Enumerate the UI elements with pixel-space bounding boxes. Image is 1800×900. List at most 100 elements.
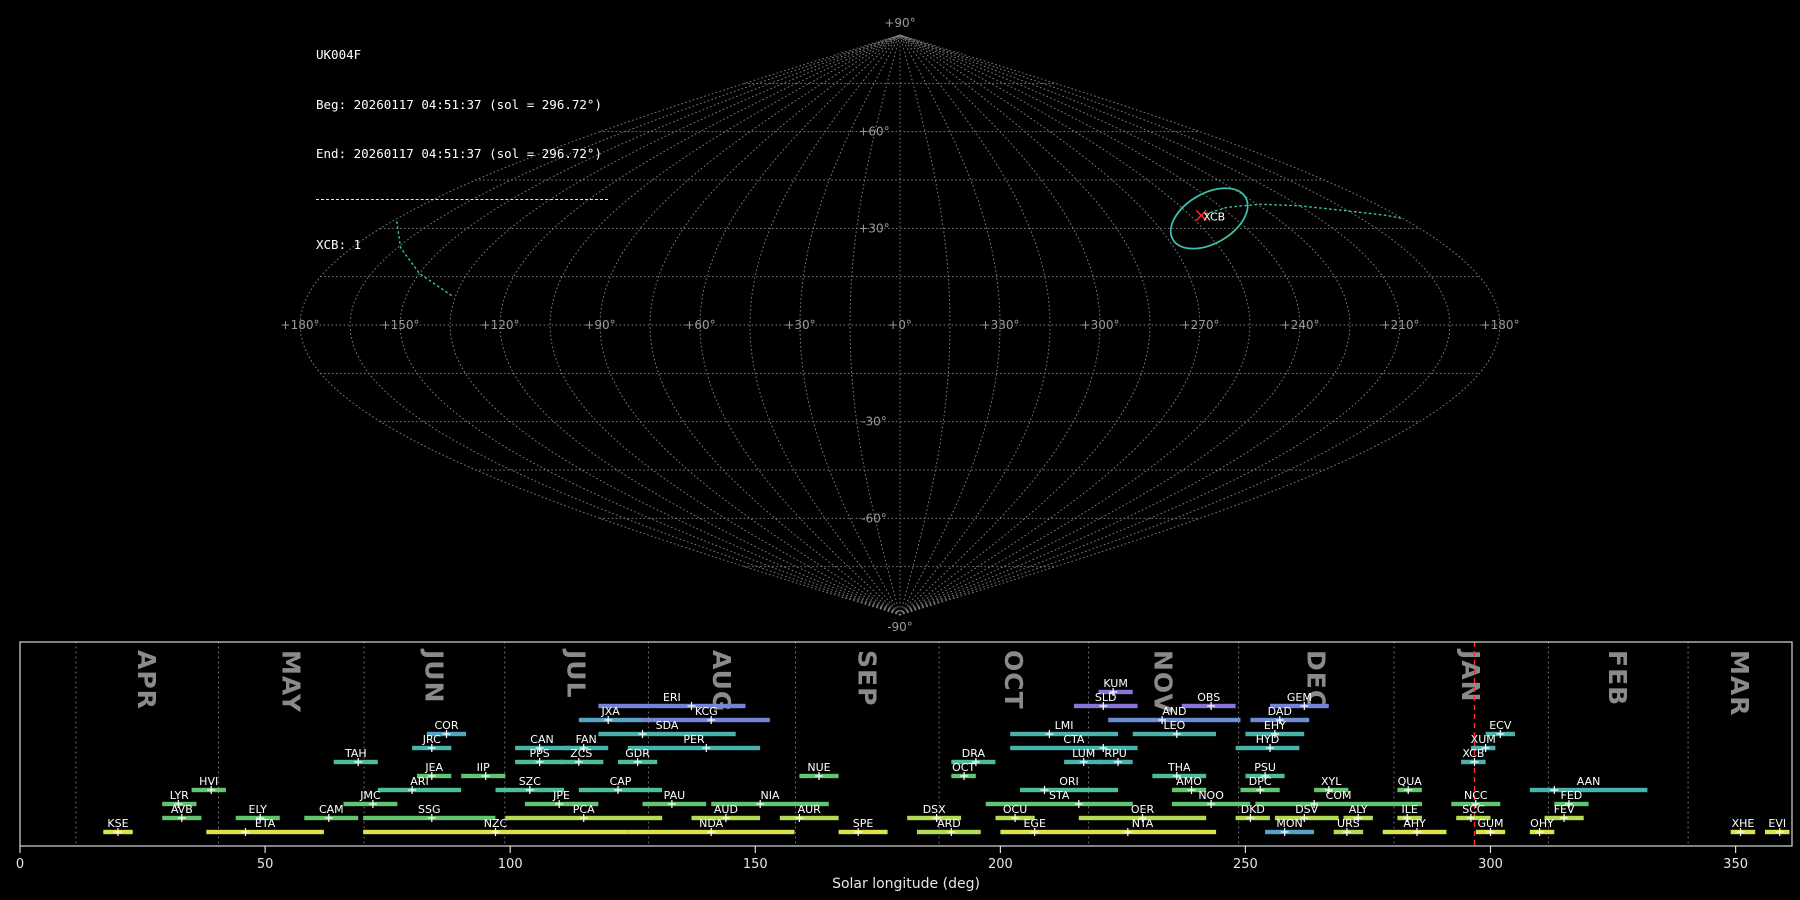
month-label-JUL: JUL: [562, 648, 591, 699]
shower-bar-AAN: [1529, 787, 1648, 793]
shower-label-JXA: JXA: [601, 705, 621, 718]
shower-label-DRA: DRA: [962, 747, 986, 760]
shower-bar-MON: [1265, 829, 1315, 835]
shower-bar-ERI: [598, 703, 746, 709]
shower-label-XCB: XCB: [1462, 747, 1484, 760]
lat-label: -30°: [861, 415, 887, 429]
lon-label: +270°: [1181, 318, 1220, 332]
shower-label-AND: AND: [1162, 705, 1186, 718]
shower-label-LYR: LYR: [170, 789, 189, 802]
separator-line: [316, 198, 608, 200]
shower-label-LEO: LEO: [1164, 719, 1186, 732]
lat-label: -90°: [887, 620, 913, 634]
shower-label-FED: FED: [1561, 789, 1583, 802]
shower-label-AHY: AHY: [1403, 817, 1426, 830]
shower-label-CTA: CTA: [1063, 733, 1085, 746]
lat-label: +60°: [858, 125, 889, 139]
shower-label-DSX: DSX: [923, 803, 946, 816]
lon-label: +300°: [1081, 318, 1120, 332]
shower-label-QUA: QUA: [1398, 775, 1423, 788]
shower-bar-ETA: [206, 829, 324, 835]
shower-label-GEM: GEM: [1287, 691, 1312, 704]
shower-label-XYL: XYL: [1321, 775, 1342, 788]
shower-label-SSG: SSG: [418, 803, 441, 816]
shower-label-JMC: JMC: [359, 789, 381, 802]
lon-label: +120°: [481, 318, 520, 332]
month-label-AUG: AUG: [707, 650, 736, 712]
month-label-OCT: OCT: [999, 650, 1028, 710]
x-tick-label: 50: [257, 857, 274, 872]
shower-label-ARI: ARI: [410, 775, 428, 788]
lat-label: +30°: [858, 221, 889, 235]
shower-label-AMO: AMO: [1176, 775, 1202, 788]
month-label-JUN: JUN: [419, 648, 448, 704]
shower-bar-SDA: [598, 731, 736, 737]
skymap-panel: +180° +150° +120° +90° +60° +30° +0° +330° +300°…: [281, 16, 1520, 634]
shower-label-XHE: XHE: [1732, 817, 1755, 830]
month-labels: APR MAY JUN JUL AUG SEP OCT NOV DEC JAN FEB MAR: [132, 648, 1754, 716]
lon-label: +210°: [1381, 318, 1420, 332]
shower-bar-NTA: [1069, 829, 1217, 835]
end-line: End: 20260117 04:51:37 (sol = 296.72°): [316, 146, 602, 161]
shower-label-FAN: FAN: [576, 733, 597, 746]
x-tick-label: 0: [16, 857, 24, 872]
shower-label-CAP: CAP: [610, 775, 632, 788]
month-label-JAN: JAN: [1456, 648, 1485, 703]
lat-label: +90°: [884, 16, 915, 30]
lon-label: +150°: [381, 318, 420, 332]
x-tick-label: 150: [743, 857, 768, 872]
shower-label-PER: PER: [683, 733, 705, 746]
shower-label-STA: STA: [1049, 789, 1070, 802]
shower-bar-COM: [1255, 801, 1422, 807]
x-tick-label: 300: [1478, 857, 1503, 872]
shower-label-MON: MON: [1276, 817, 1302, 830]
shower-label-EVI: EVI: [1768, 817, 1786, 830]
shower-label-COM: COM: [1326, 789, 1352, 802]
shower-label-URS: URS: [1337, 817, 1360, 830]
shower-label-JEA: JEA: [424, 761, 443, 774]
shower-label-HYD: HYD: [1256, 733, 1279, 746]
shower-label-SLD: SLD: [1095, 691, 1117, 704]
shower-label-DSV: DSV: [1295, 803, 1318, 816]
shower-label-SPE: SPE: [853, 817, 874, 830]
lon-label: +180°: [281, 318, 320, 332]
shower-label-CAM: CAM: [319, 803, 344, 816]
x-tick-label: 100: [498, 857, 523, 872]
shower-label-ELY: ELY: [249, 803, 268, 816]
shower-label-DKD: DKD: [1241, 803, 1265, 816]
month-label-SEP: SEP: [852, 650, 881, 706]
shower-label-PAU: PAU: [664, 789, 686, 802]
shower-label-RPU: RPU: [1104, 747, 1126, 760]
lon-label: +60°: [684, 318, 715, 332]
shower-label-ARD: ARD: [937, 817, 961, 830]
shower-bar-AUR: [779, 815, 839, 821]
shower-label-ORI: ORI: [1059, 775, 1079, 788]
radiant-drift-trail-right: [1200, 203, 1404, 220]
month-label-MAR: MAR: [1725, 650, 1754, 716]
shower-label-SCC: SCC: [1462, 803, 1485, 816]
shower-label-TAH: TAH: [344, 747, 367, 760]
shower-label-AAN: AAN: [1577, 775, 1601, 788]
lon-label: +90°: [584, 318, 615, 332]
station-id: UK004F: [316, 47, 362, 62]
x-tick-label: 250: [1233, 857, 1258, 872]
shower-bar-SPE: [838, 829, 888, 835]
lon-label: +240°: [1281, 318, 1320, 332]
month-label-MAY: MAY: [276, 650, 305, 713]
shower-label-XUM: XUM: [1471, 733, 1496, 746]
shower-label-KUM: KUM: [1103, 677, 1127, 690]
shower-label-KCG: KCG: [695, 705, 718, 718]
x-tick-label: 200: [988, 857, 1013, 872]
x-axis-title: Solar longitude (deg): [832, 876, 980, 892]
activity-timeline-panel: APR MAY JUN JUL AUG SEP OCT NOV DEC JAN FEB MARKUME…: [16, 641, 1793, 892]
info-block: UK004F Beg: 20260117 04:51:37 (sol = 296…: [316, 14, 608, 286]
shower-label-THA: THA: [1167, 761, 1191, 774]
shower-label-JPE: JPE: [552, 789, 570, 802]
month-label-APR: APR: [132, 650, 161, 710]
lon-label: +330°: [981, 318, 1020, 332]
shower-label-OBS: OBS: [1197, 691, 1220, 704]
month-label-FEB: FEB: [1603, 650, 1632, 706]
shower-label-ILE: ILE: [1402, 803, 1418, 816]
shower-label-ZCS: ZCS: [570, 747, 592, 760]
shower-label-ETA: ETA: [255, 817, 276, 830]
